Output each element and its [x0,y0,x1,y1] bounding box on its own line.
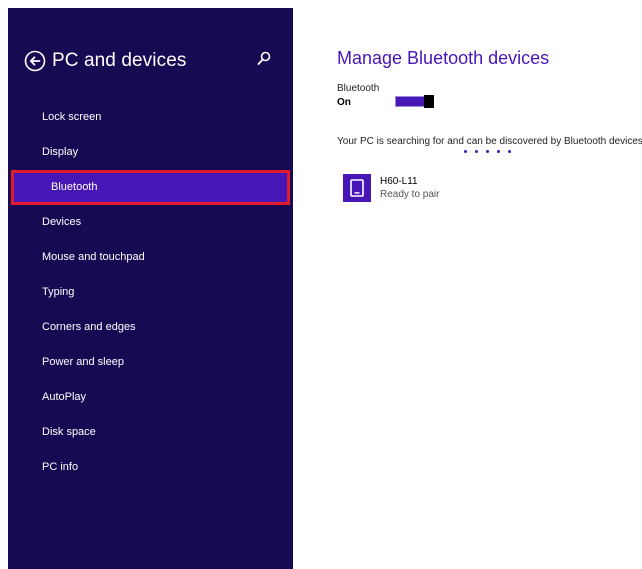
progress-dot [508,150,511,153]
discovery-status-text: Your PC is searching for and can be disc… [337,136,642,147]
device-item[interactable]: H60-L11 Ready to pair [343,174,563,204]
sidebar-item-devices[interactable]: Devices [8,205,293,240]
sidebar-item-power-and-sleep[interactable]: Power and sleep [8,345,293,380]
sidebar-item-typing[interactable]: Typing [8,275,293,310]
searching-progress-dots [464,150,511,153]
progress-dot [464,150,467,153]
progress-dot [475,150,478,153]
back-arrow-icon[interactable] [24,50,46,72]
device-status: Ready to pair [380,189,440,200]
sidebar: PC and devices Lock screen Display Bluet… [8,8,293,569]
bluetooth-toggle[interactable] [395,95,434,108]
sidebar-item-pc-info[interactable]: PC info [8,450,293,485]
sidebar-item-disk-space[interactable]: Disk space [8,415,293,450]
progress-dot [497,150,500,153]
bluetooth-toggle-label: Bluetooth [337,83,380,94]
phone-icon [343,174,371,202]
sidebar-title: PC and devices [52,50,187,71]
sidebar-item-display[interactable]: Display [8,135,293,170]
sidebar-item-autoplay[interactable]: AutoPlay [8,380,293,415]
sidebar-header: PC and devices [24,46,284,76]
sidebar-item-mouse-and-touchpad[interactable]: Mouse and touchpad [8,240,293,275]
sidebar-item-bluetooth[interactable]: Bluetooth [11,170,290,205]
toggle-thumb [424,95,434,108]
device-name: H60-L11 [380,176,418,187]
sidebar-item-lock-screen[interactable]: Lock screen [8,100,293,135]
progress-dot [486,150,489,153]
search-icon[interactable] [256,50,272,68]
page-title: Manage Bluetooth devices [337,48,550,68]
sidebar-nav: Lock screen Display Bluetooth Devices Mo… [8,100,293,485]
bluetooth-toggle-state: On [337,97,351,108]
sidebar-item-corners-and-edges[interactable]: Corners and edges [8,310,293,345]
